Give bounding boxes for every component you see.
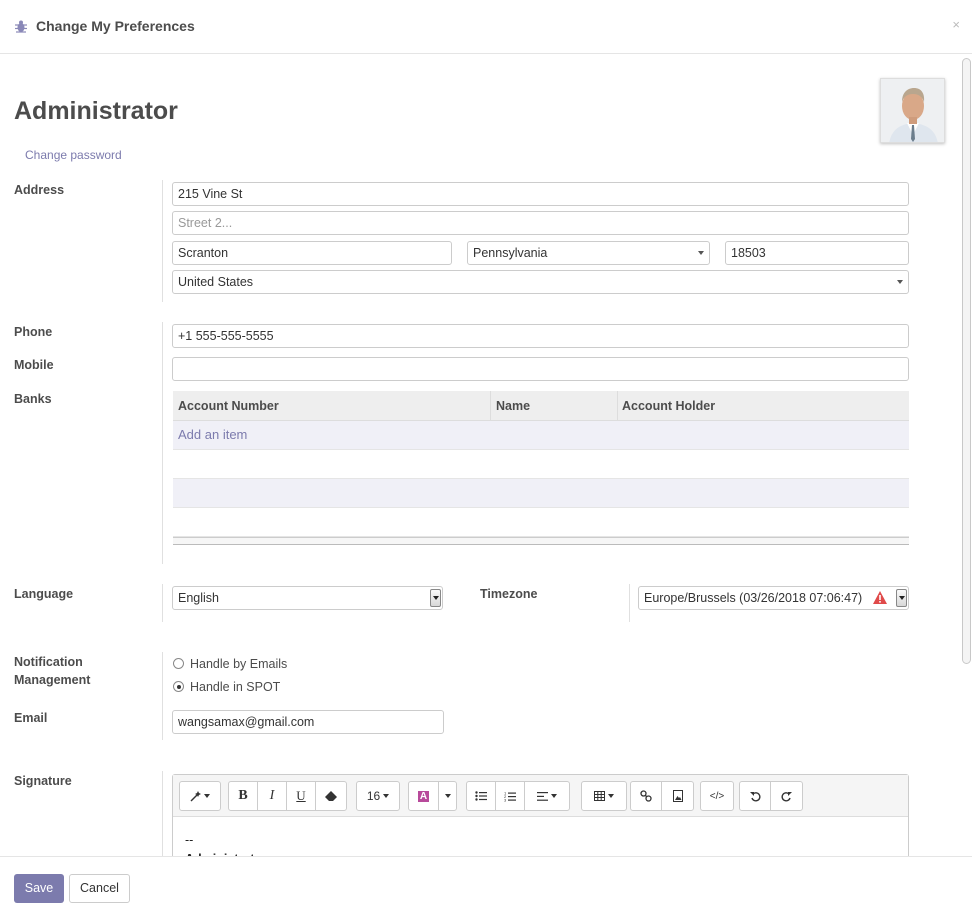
street2-input[interactable]: Street 2... [172, 211, 909, 235]
column-name[interactable]: Name [491, 391, 530, 421]
radio-handle-in-spot[interactable]: Handle in SPOT [173, 679, 280, 695]
language-label: Language [14, 587, 74, 601]
email-label: Email [14, 711, 48, 725]
signature-line: -- [185, 833, 194, 847]
editor-toolbar: B I U 16 A 123 </> [173, 775, 908, 817]
city-input[interactable]: Scranton [172, 241, 452, 265]
italic-icon[interactable]: I [258, 782, 287, 810]
signature-divider [162, 771, 163, 861]
timezone-label: Timezone [480, 587, 538, 601]
phone-label: Phone [14, 325, 53, 339]
table-button[interactable] [582, 782, 626, 810]
save-button[interactable]: Save [14, 874, 64, 903]
add-item-link[interactable]: Add an item [178, 427, 247, 442]
close-icon[interactable]: × [952, 17, 960, 32]
address-label: Address [14, 183, 65, 197]
code-view-icon[interactable]: </> [701, 782, 733, 810]
phone-input[interactable]: +1 555-555-5555 [172, 324, 909, 348]
email-input[interactable]: wangsamax@gmail.com [172, 710, 444, 734]
banks-table-header: Account Number Name Account Holder [173, 391, 909, 421]
timezone-divider [629, 584, 630, 622]
avatar-photo [881, 79, 944, 142]
warning-icon [873, 591, 887, 604]
column-account-holder[interactable]: Account Holder [617, 391, 715, 421]
table-icon [594, 791, 605, 801]
table-row [173, 450, 909, 479]
svg-text:3: 3 [504, 797, 507, 802]
address-divider [162, 180, 163, 302]
street-input[interactable]: 215 Vine St [172, 182, 909, 206]
radio-label: Handle in SPOT [190, 680, 281, 694]
mobile-label: Mobile [14, 358, 54, 372]
notification-label-line1: Notification [14, 655, 83, 669]
radio-circle-icon[interactable] [173, 658, 184, 669]
eraser-button[interactable] [316, 782, 346, 810]
link-icon[interactable] [631, 782, 662, 810]
dropdown-arrow-icon[interactable] [896, 589, 907, 607]
change-password-link[interactable]: Change password [25, 148, 122, 162]
user-avatar[interactable] [880, 78, 945, 143]
dialog-title: Change My Preferences [36, 18, 195, 34]
dialog-header: Change My Preferences × [0, 0, 972, 54]
font-size-value: 16 [366, 789, 381, 803]
chevron-down-icon [698, 251, 704, 255]
contact-divider [162, 322, 163, 564]
state-select[interactable]: Pennsylvania [467, 241, 710, 265]
magic-wand-button[interactable] [180, 782, 220, 810]
unordered-list-icon[interactable] [467, 782, 496, 810]
radio-checked-icon[interactable] [173, 681, 184, 692]
font-color-button[interactable]: A [409, 782, 439, 810]
state-value: Pennsylvania [473, 246, 548, 260]
banks-table-footer [173, 537, 909, 545]
radio-handle-by-emails[interactable]: Handle by Emails [173, 656, 287, 672]
image-icon[interactable] [662, 782, 693, 810]
font-size-button[interactable]: 16 [357, 782, 399, 810]
language-value: English [178, 591, 219, 605]
notification-divider [162, 652, 163, 740]
radio-label: Handle by Emails [190, 657, 288, 671]
banks-table: Account Number Name Account Holder Add a… [173, 391, 909, 545]
underline-icon[interactable]: U [287, 782, 316, 810]
bug-icon[interactable] [14, 19, 28, 33]
country-select[interactable]: United States [172, 270, 909, 294]
eraser-icon [325, 791, 337, 801]
font-color-icon: A [418, 790, 429, 802]
magic-wand-icon [190, 790, 201, 801]
language-divider [162, 584, 163, 622]
redo-icon[interactable] [771, 782, 802, 810]
timezone-select[interactable]: Europe/Brussels (03/26/2018 07:06:47) [638, 586, 909, 610]
ordered-list-icon[interactable]: 123 [496, 782, 525, 810]
language-select[interactable]: English [172, 586, 443, 610]
mobile-input[interactable] [172, 357, 909, 381]
scrollbar[interactable] [962, 58, 971, 664]
signature-label: Signature [14, 774, 72, 788]
chevron-down-icon [897, 280, 903, 284]
table-row [173, 508, 909, 537]
font-color-dropdown[interactable] [439, 782, 456, 810]
cancel-button[interactable]: Cancel [69, 874, 130, 903]
table-row [173, 479, 909, 508]
table-row: Add an item [173, 421, 909, 450]
undo-icon[interactable] [740, 782, 771, 810]
signature-editor[interactable]: B I U 16 A 123 </> -- [172, 774, 909, 866]
user-name: Administrator [14, 97, 178, 125]
align-left-icon [537, 791, 548, 801]
notification-label-line2: Management [14, 673, 91, 687]
align-button[interactable] [525, 782, 569, 810]
timezone-value: Europe/Brussels (03/26/2018 07:06:47) [644, 591, 863, 605]
bold-icon[interactable]: B [229, 782, 258, 810]
zip-input[interactable]: 18503 [725, 241, 909, 265]
banks-label: Banks [14, 392, 52, 406]
dialog-footer: Save Cancel [0, 856, 972, 917]
country-value: United States [178, 275, 254, 289]
column-account-number[interactable]: Account Number [173, 391, 279, 421]
dropdown-arrow-icon[interactable] [430, 589, 441, 607]
